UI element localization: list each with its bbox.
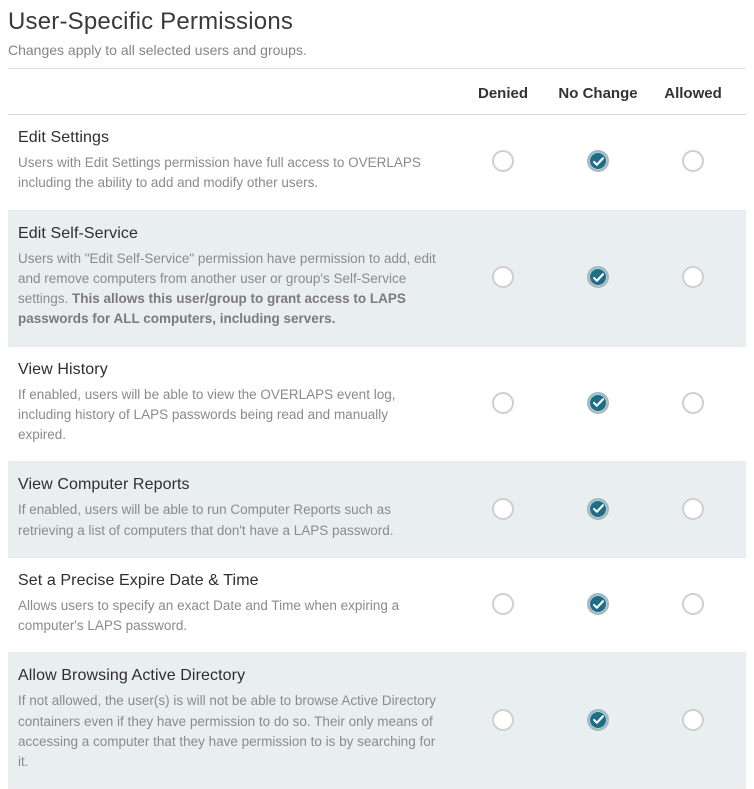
radio-view-computer-reports-allowed[interactable]	[682, 498, 704, 520]
permission-title: Edit Self-Service	[18, 225, 438, 243]
radio-view-computer-reports-no_change[interactable]	[587, 498, 609, 520]
radio-edit-self-service-denied[interactable]	[492, 266, 514, 288]
permission-description: Users with "Edit Self-Service" permissio…	[18, 249, 438, 330]
column-header-row: Denied No Change Allowed	[8, 69, 746, 115]
permission-row-set-precise-expire: Set a Precise Expire Date & Time Allows u…	[8, 558, 746, 654]
radio-cell-denied	[458, 498, 548, 520]
radio-edit-self-service-no_change[interactable]	[587, 266, 609, 288]
permission-title: Allow Browsing Active Directory	[18, 667, 438, 685]
radio-cell-no_change	[548, 709, 648, 731]
radio-cell-denied	[458, 150, 548, 172]
radio-cell-denied	[458, 392, 548, 414]
radio-cell-no_change	[548, 266, 648, 288]
check-icon	[592, 598, 605, 611]
permission-row-edit-settings: Edit Settings Users with Edit Settings pe…	[8, 115, 746, 211]
permission-title: View History	[18, 361, 438, 379]
permission-text: Set a Precise Expire Date & Time Allows u…	[18, 572, 458, 637]
permission-description: If not allowed, the user(s) is will not …	[18, 691, 438, 772]
permission-row-view-computer-reports: View Computer Reports If enabled, users w…	[8, 462, 746, 558]
permission-row-view-history: View History If enabled, users will be ab…	[8, 347, 746, 463]
radio-cell-no_change	[548, 150, 648, 172]
check-icon	[592, 271, 605, 284]
permission-description: Allows users to specify an exact Date an…	[18, 596, 438, 637]
permission-text: View Computer Reports If enabled, users w…	[18, 476, 458, 541]
permission-row-edit-self-service: Edit Self-Service Users with "Edit Self-S…	[8, 211, 746, 347]
radio-cell-allowed	[648, 150, 738, 172]
radio-edit-settings-no_change[interactable]	[587, 150, 609, 172]
radio-allow-browsing-ad-allowed[interactable]	[682, 709, 704, 731]
radio-cell-no_change	[548, 498, 648, 520]
column-header-denied: Denied	[458, 85, 548, 102]
radio-cell-allowed	[648, 392, 738, 414]
permission-title: Set a Precise Expire Date & Time	[18, 572, 438, 590]
radio-cell-allowed	[648, 593, 738, 615]
radio-set-precise-expire-allowed[interactable]	[682, 593, 704, 615]
column-header-allowed: Allowed	[648, 85, 738, 102]
radio-allow-browsing-ad-denied[interactable]	[492, 709, 514, 731]
permission-row-allow-browsing-ad: Allow Browsing Active Directory If not al…	[8, 653, 746, 789]
permission-text: View History If enabled, users will be ab…	[18, 361, 458, 446]
permission-title: Edit Settings	[18, 129, 438, 147]
permission-title: View Computer Reports	[18, 476, 438, 494]
radio-cell-denied	[458, 709, 548, 731]
permission-text: Edit Self-Service Users with "Edit Self-S…	[18, 225, 458, 330]
permission-text: Allow Browsing Active Directory If not al…	[18, 667, 458, 772]
radio-edit-settings-allowed[interactable]	[682, 150, 704, 172]
page-title: User-Specific Permissions	[8, 8, 746, 36]
check-icon	[592, 155, 605, 168]
radio-cell-denied	[458, 593, 548, 615]
radio-view-history-denied[interactable]	[492, 392, 514, 414]
check-icon	[592, 713, 605, 726]
column-header-no-change: No Change	[548, 85, 648, 102]
radio-cell-allowed	[648, 266, 738, 288]
radio-view-history-allowed[interactable]	[682, 392, 704, 414]
radio-cell-allowed	[648, 498, 738, 520]
radio-set-precise-expire-no_change[interactable]	[587, 593, 609, 615]
radio-cell-allowed	[648, 709, 738, 731]
permission-description: Users with Edit Settings permission have…	[18, 153, 438, 194]
radio-set-precise-expire-denied[interactable]	[492, 593, 514, 615]
radio-cell-denied	[458, 266, 548, 288]
page-subtitle: Changes apply to all selected users and …	[8, 42, 746, 58]
radio-cell-no_change	[548, 392, 648, 414]
radio-view-computer-reports-denied[interactable]	[492, 498, 514, 520]
radio-edit-settings-denied[interactable]	[492, 150, 514, 172]
permission-text: Edit Settings Users with Edit Settings pe…	[18, 129, 458, 194]
radio-allow-browsing-ad-no_change[interactable]	[587, 709, 609, 731]
radio-cell-no_change	[548, 593, 648, 615]
radio-edit-self-service-allowed[interactable]	[682, 266, 704, 288]
permission-description: If enabled, users will be able to view t…	[18, 385, 438, 446]
permission-description: If enabled, users will be able to run Co…	[18, 500, 438, 541]
check-icon	[592, 396, 605, 409]
check-icon	[592, 502, 605, 515]
radio-view-history-no_change[interactable]	[587, 392, 609, 414]
